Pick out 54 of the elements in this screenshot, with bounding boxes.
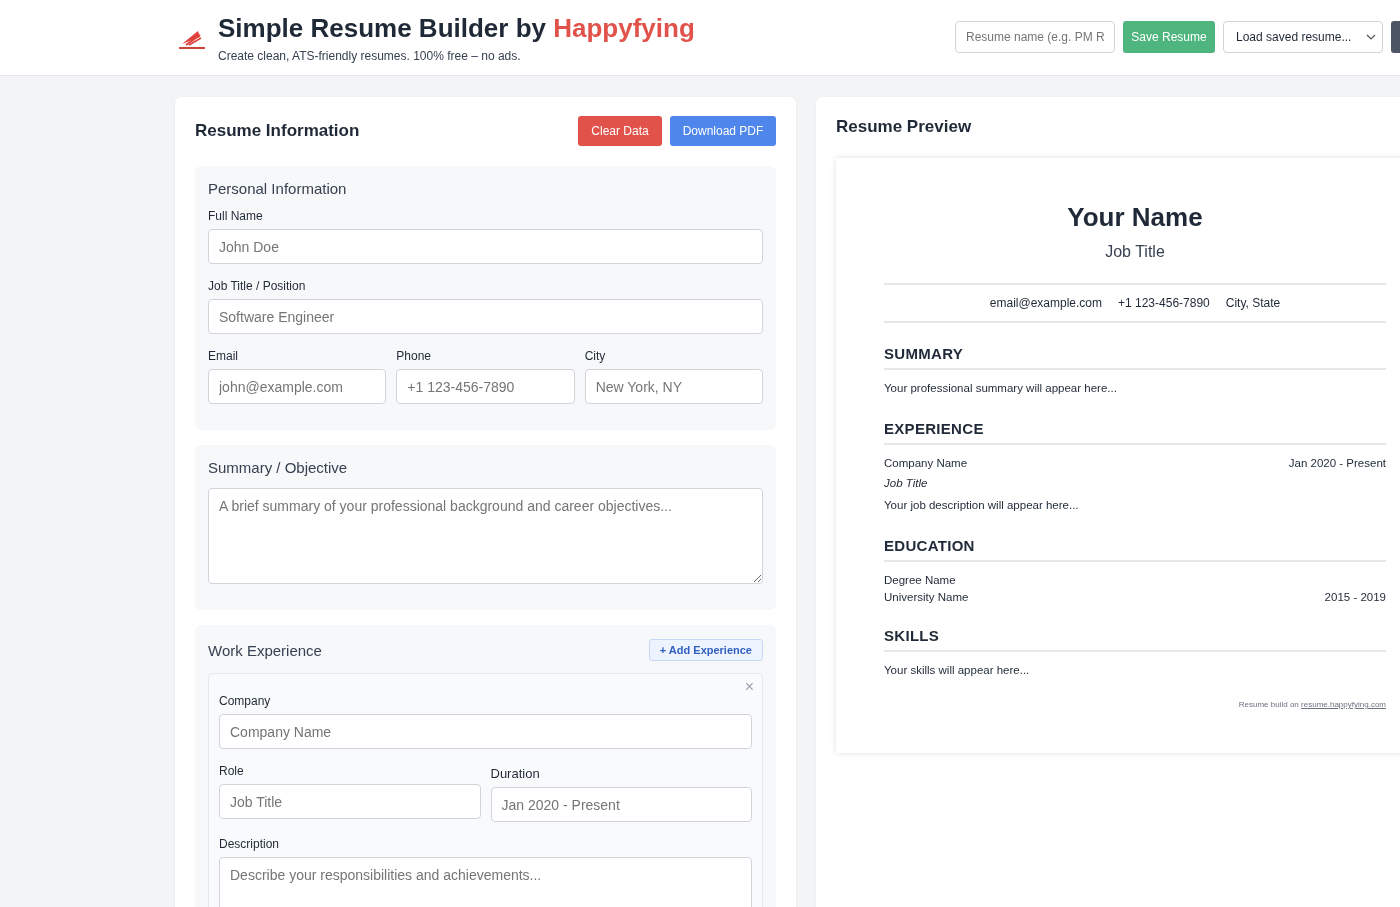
field-label: Email [208, 349, 239, 363]
field-label: Company [219, 694, 272, 708]
field-label: Job Title / Position [208, 279, 307, 293]
field-label: Phone [396, 349, 433, 363]
field-label: Full Name [208, 209, 264, 223]
field-label: Role [219, 764, 245, 778]
add-experience-button[interactable]: + Add Experience [648, 639, 763, 661]
section-title: Personal Information [208, 180, 348, 197]
field-label: Description [219, 837, 281, 851]
dates-text: Jan 2020 - Present [1288, 457, 1386, 469]
section-title: Summary / Objective [208, 459, 349, 476]
input-field[interactable]: +1 123-456-7890 [396, 369, 575, 404]
field-label: Duration [490, 766, 541, 781]
contact-text: +1 123-456-7890 [1118, 296, 1210, 310]
school-text: University Name [884, 591, 969, 603]
resume-name: Your Name [1066, 202, 1204, 233]
app-title: Simple Resume Builder by Happyfying [218, 12, 695, 44]
save-button[interactable]: Save Resume [1123, 20, 1215, 53]
resume-heading: EDUCATION [884, 537, 1386, 562]
skills-text: Your skills will appear here... [884, 664, 1031, 676]
download-button[interactable]: Download PDF [670, 116, 776, 146]
resume-job-title: Job Title [884, 243, 1386, 285]
resume-heading: SUMMARY [884, 345, 1386, 370]
position-field[interactable]: Software Engineer [208, 299, 763, 334]
footer-link[interactable]: resume.happyfying.com [1301, 700, 1386, 709]
load-resume-dropdown[interactable]: Load saved resume... [1223, 20, 1383, 53]
chevron-down-icon [1366, 33, 1376, 40]
company-text: Company Name [884, 457, 968, 469]
input-field[interactable]: john@example.com [208, 369, 387, 404]
company-field[interactable]: Company Name [219, 714, 752, 749]
full-name-field[interactable]: John Doe [208, 229, 763, 264]
form-title: Resume Information [195, 121, 360, 141]
description-field[interactable]: Describe your responsibilities and achievements... [219, 857, 752, 907]
role-text: Job Title [884, 477, 929, 489]
field-label: City [584, 349, 607, 363]
clear-button[interactable]: Clear Data [578, 116, 662, 146]
resume-name-field[interactable]: Resume name (e.g. PM R [955, 20, 1115, 53]
close-button[interactable]: × [742, 679, 756, 695]
years-text: 2015 - 2019 [1324, 591, 1386, 603]
section-title: Work Experience [208, 641, 322, 659]
footer-text: Resume build on [1238, 700, 1299, 709]
preview-title: Resume Preview [836, 117, 973, 137]
resume-heading: EXPERIENCE [884, 420, 1386, 445]
tagline: Create clean, ATS-friendly resumes. 100% free – no ads. [218, 48, 522, 63]
contact-text: City, State [1225, 296, 1281, 310]
duration-field[interactable]: Jan 2020 - Present [490, 787, 752, 822]
input-field[interactable]: New York, NY [584, 369, 763, 404]
summary-text: Your professional summary will appear here... [884, 382, 1118, 394]
contact-text: email@example.com [989, 296, 1102, 310]
degree-text: Degree Name [884, 574, 956, 586]
role-field[interactable]: Job Title [219, 784, 481, 819]
resume-heading: SKILLS [884, 627, 1386, 652]
summary-field[interactable]: A brief summary of your professional background and career objectives... [208, 488, 763, 584]
description-text: Your job description will appear here... [884, 499, 1080, 511]
